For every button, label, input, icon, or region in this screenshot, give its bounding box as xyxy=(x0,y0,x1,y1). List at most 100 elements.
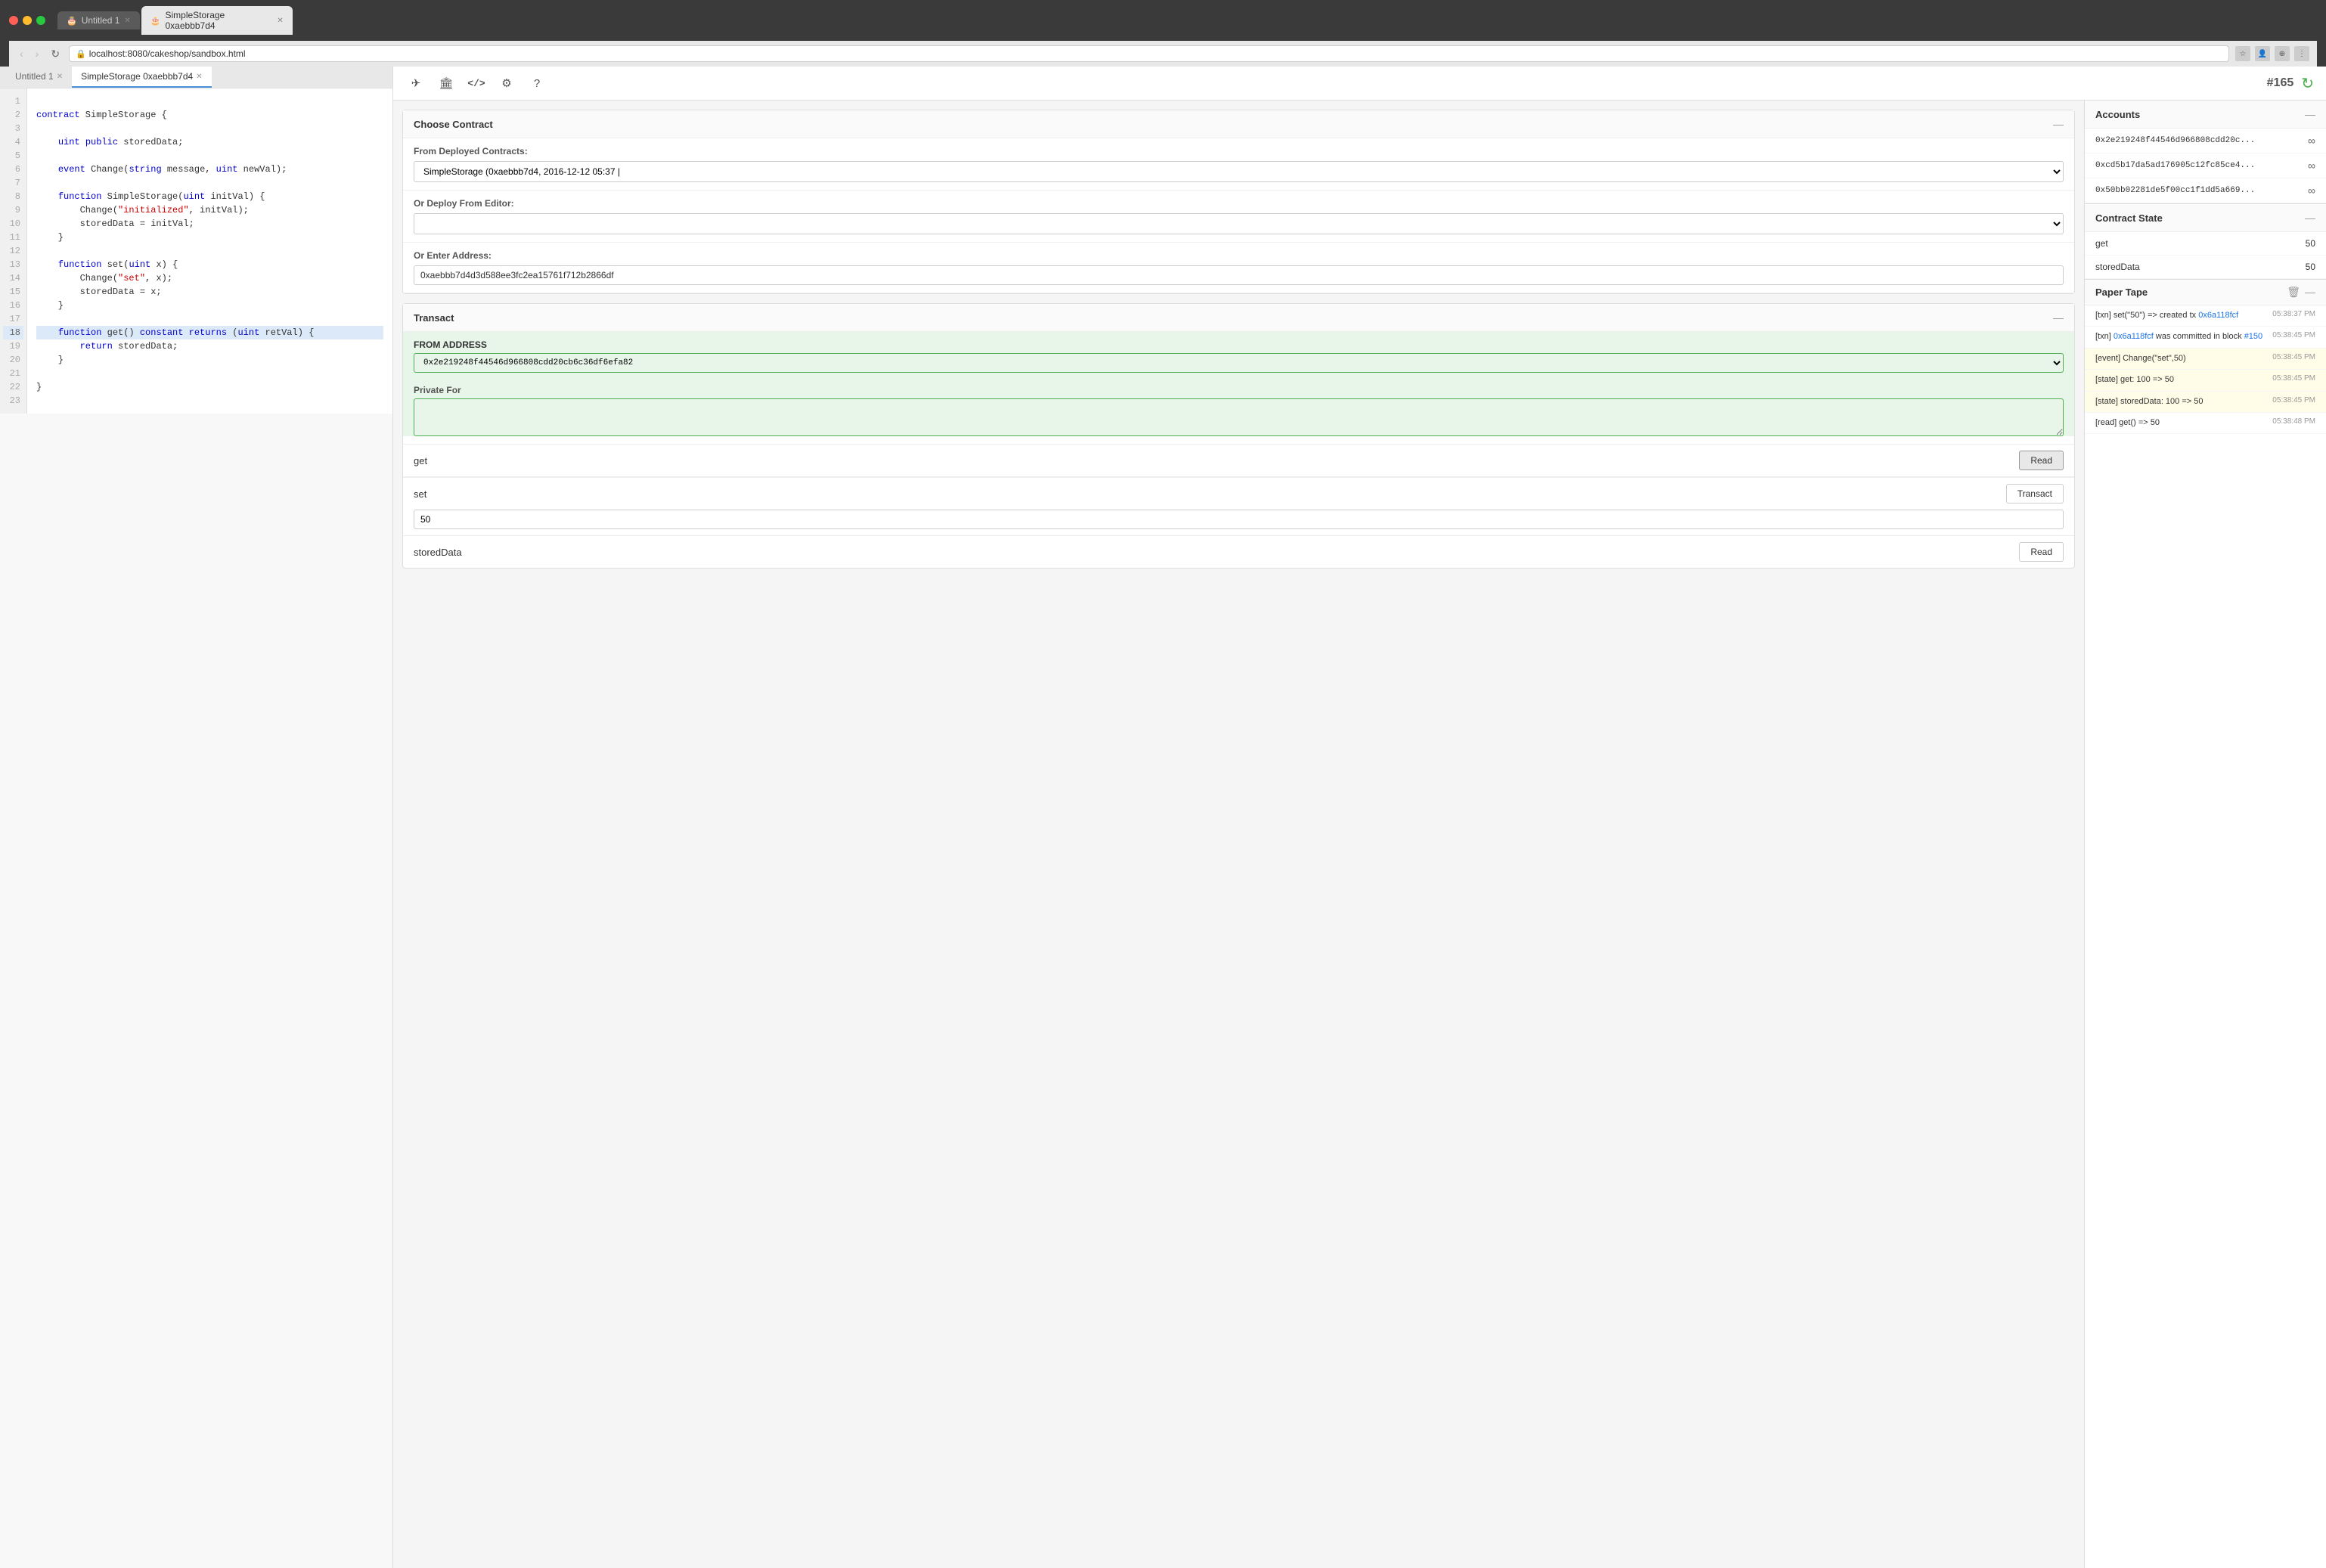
tape-entry-5: [read] get() => 50 05:38:48 PM xyxy=(2085,413,2326,434)
code-line-12 xyxy=(36,244,383,258)
private-for-input[interactable] xyxy=(414,398,2064,436)
line-num-4: 4 xyxy=(3,135,23,149)
browser-chrome: 🎂 Untitled 1 ✕ 🎂 SimpleStorage 0xaebbb7d… xyxy=(0,0,2326,67)
tab-simplestorage[interactable]: SimpleStorage 0xaebbb7d4 ✕ xyxy=(72,67,212,88)
paper-tape-panel: Paper Tape 🗑 — [txn] set("50") => create… xyxy=(2085,280,2326,1568)
tape-entry-content-1: [txn] 0x6a118fcf was committed in block … xyxy=(2095,331,2266,342)
code-line-8: function SimpleStorage(uint initVal) { xyxy=(36,190,383,203)
tab-label: Untitled 1 xyxy=(82,15,120,26)
accounts-header: Accounts — xyxy=(2085,101,2326,129)
deploy-editor-group: Or Deploy From Editor: xyxy=(403,191,2074,243)
tape-entry-1: [txn] 0x6a118fcf was committed in block … xyxy=(2085,327,2326,348)
traffic-lights xyxy=(9,16,45,25)
contract-state-header: Contract State — xyxy=(2085,204,2326,232)
transact-minimize-icon[interactable]: — xyxy=(2053,311,2064,324)
code-line-10: storedData = initVal; xyxy=(36,217,383,231)
tape-entry-time-5: 05:38:48 PM xyxy=(2272,417,2315,426)
tape-entry-time-3: 05:38:45 PM xyxy=(2272,374,2315,383)
back-button[interactable]: ‹ xyxy=(17,46,26,61)
method-get-row: get Read xyxy=(403,444,2074,476)
tape-txn-link-0[interactable]: 0x6a118fcf xyxy=(2198,311,2238,320)
maximize-window-button[interactable] xyxy=(36,16,45,25)
accounts-panel: Accounts — 0x2e219248f44546d966808cdd20c… xyxy=(2085,101,2326,204)
tape-entry-time-1: 05:38:45 PM xyxy=(2272,331,2315,339)
code-line-4: uint public storedData; xyxy=(36,135,383,149)
editor-tab-close-simplestorage[interactable]: ✕ xyxy=(196,73,202,81)
method-get-read-button[interactable]: Read xyxy=(2019,451,2064,470)
tab-close-active-icon[interactable]: ✕ xyxy=(277,17,283,25)
navigate-icon[interactable]: ✈ xyxy=(405,73,426,94)
state-value-storeddata: 50 xyxy=(2306,262,2315,272)
lock-icon: 🔒 xyxy=(76,49,86,59)
code-line-1 xyxy=(36,95,383,108)
help-icon[interactable]: ? xyxy=(526,73,547,94)
line-num-20: 20 xyxy=(3,353,23,367)
method-set-input[interactable] xyxy=(414,510,2064,529)
paper-tape-minimize-icon[interactable]: — xyxy=(2305,286,2315,299)
tape-entry-3: [state] get: 100 => 50 05:38:45 PM xyxy=(2085,370,2326,391)
from-address-select[interactable]: 0x2e219248f44546d966808cdd20cb6c36df6efa… xyxy=(414,353,2064,373)
line-num-17: 17 xyxy=(3,312,23,326)
address-bar[interactable]: 🔒 localhost:8080/cakeshop/sandbox.html xyxy=(69,45,2229,62)
tape-txn-link-1[interactable]: 0x6a118fcf xyxy=(2114,332,2154,341)
enter-address-input[interactable] xyxy=(414,265,2064,285)
deploy-icon[interactable]: 🏛 xyxy=(436,73,457,94)
tape-entry-content-2: [event] Change("set",50) xyxy=(2095,353,2266,364)
accounts-minimize-icon[interactable]: — xyxy=(2305,108,2315,120)
deploy-editor-label: Or Deploy From Editor: xyxy=(414,198,2064,209)
line-num-1: 1 xyxy=(3,95,23,108)
left-content: Choose Contract — From Deployed Contract… xyxy=(393,101,2084,1568)
right-content: Accounts — 0x2e219248f44546d966808cdd20c… xyxy=(2084,101,2326,1568)
tab-untitled[interactable]: Untitled 1 ✕ xyxy=(6,67,72,88)
profile-icon[interactable]: 👤 xyxy=(2255,46,2270,61)
tape-entry-content-5: [read] get() => 50 xyxy=(2095,417,2266,429)
line-numbers: 1 2 3 4 5 6 7 8 9 10 11 12 13 14 15 16 1… xyxy=(0,88,27,414)
toolbar-left: ✈ 🏛 </> ⚙ ? xyxy=(405,73,547,94)
paper-tape-clear-icon[interactable]: 🗑 xyxy=(2287,286,2300,299)
editor-tab-close-untitled[interactable]: ✕ xyxy=(57,73,63,81)
line-num-18: 18 xyxy=(3,326,23,339)
line-num-12: 12 xyxy=(3,244,23,258)
tab-close-icon[interactable]: ✕ xyxy=(124,17,130,25)
method-set-transact-button[interactable]: Transact xyxy=(2006,484,2064,504)
code-icon[interactable]: </> xyxy=(466,73,487,94)
choose-contract-title: Choose Contract xyxy=(414,119,493,130)
forward-button[interactable]: › xyxy=(33,46,42,61)
deployed-contracts-select[interactable]: SimpleStorage (0xaebbb7d4, 2016-12-12 05… xyxy=(414,161,2064,182)
block-number: #165 xyxy=(2267,76,2294,90)
contract-state-minimize-icon[interactable]: — xyxy=(2305,212,2315,224)
menu-icon[interactable]: ⋮ xyxy=(2294,46,2309,61)
editor-body: 1 2 3 4 5 6 7 8 9 10 11 12 13 14 15 16 1… xyxy=(0,88,392,414)
transact-header: Transact — xyxy=(403,304,2074,332)
close-window-button[interactable] xyxy=(9,16,18,25)
paper-tape-header: Paper Tape 🗑 — xyxy=(2085,280,2326,305)
line-num-21: 21 xyxy=(3,367,23,380)
browser-tab-simplestorage[interactable]: 🎂 SimpleStorage 0xaebbb7d4 ✕ xyxy=(141,6,293,35)
nav-icons-right: ☆ 👤 ⊕ ⋮ xyxy=(2235,46,2309,61)
line-num-22: 22 xyxy=(3,380,23,394)
code-line-9: Change("initialized", initVal); xyxy=(36,203,383,217)
method-storeddata-read-button[interactable]: Read xyxy=(2019,542,2064,562)
refresh-button[interactable]: ↻ xyxy=(2301,74,2314,93)
deploy-editor-select[interactable] xyxy=(414,213,2064,234)
browser-tab-untitled[interactable]: 🎂 Untitled 1 ✕ xyxy=(57,11,140,29)
minimize-window-button[interactable] xyxy=(23,16,32,25)
reload-button[interactable]: ↻ xyxy=(48,46,63,62)
extension-icon[interactable]: ⊕ xyxy=(2275,46,2290,61)
paper-tape-title: Paper Tape xyxy=(2095,287,2148,298)
bookmark-icon[interactable]: ☆ xyxy=(2235,46,2250,61)
code-line-2: contract SimpleStorage { xyxy=(36,108,383,122)
tape-entry-content-0: [txn] set("50") => created tx 0x6a118fcf xyxy=(2095,310,2266,321)
code-line-21 xyxy=(36,367,383,380)
choose-contract-minimize-icon[interactable]: — xyxy=(2053,118,2064,130)
account-address-2: 0x50bb02281de5f00cc1f1dd5a669... xyxy=(2095,186,2255,195)
settings-icon[interactable]: ⚙ xyxy=(496,73,517,94)
code-line-23 xyxy=(36,394,383,407)
tape-block-link-1[interactable]: #150 xyxy=(2244,332,2262,341)
contract-state-panel: Contract State — get 50 storedData 50 xyxy=(2085,204,2326,280)
deployed-contracts-label: From Deployed Contracts: xyxy=(414,146,2064,156)
editor-tabs: Untitled 1 ✕ SimpleStorage 0xaebbb7d4 ✕ xyxy=(0,67,392,88)
account-balance-0: ∞ xyxy=(2308,135,2315,147)
code-editor[interactable]: contract SimpleStorage { uint public sto… xyxy=(27,88,392,414)
tape-entry-content-3: [state] get: 100 => 50 xyxy=(2095,374,2266,386)
